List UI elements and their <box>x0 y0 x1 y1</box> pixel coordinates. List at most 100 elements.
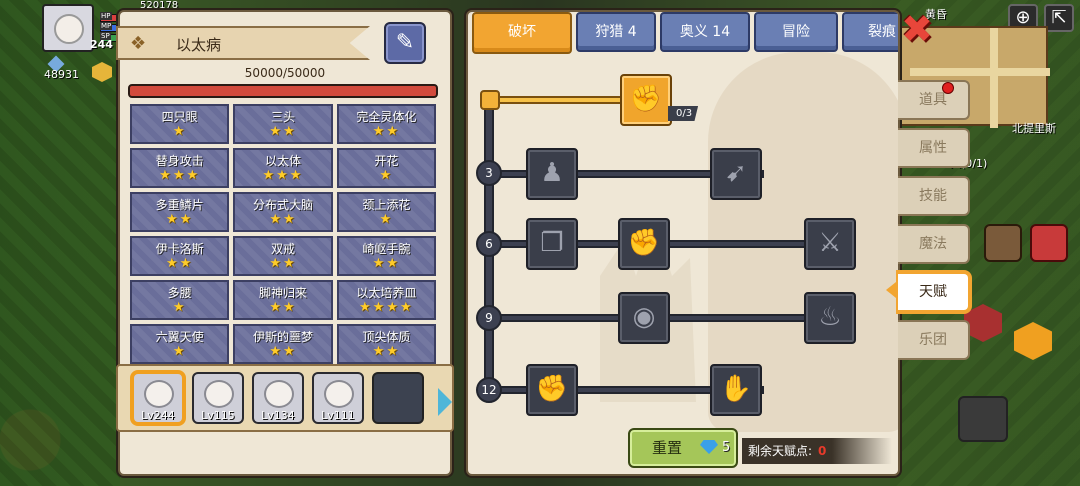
mp-label: MP <box>100 22 113 30</box>
gold-amount: 48931 <box>44 68 79 81</box>
buff-grid: 四只眼 ★ 三头 ★★ 完全灵体化 ★★ 替身攻击 ★★★ 以太体 ★★★ 开花 ★ 多重鳞… <box>130 104 436 364</box>
ether-icon: ❖ <box>130 33 147 54</box>
raise-fist-skill[interactable]: ✊ <box>526 364 578 416</box>
buff-cell[interactable]: 分布式大脑 ★★ <box>233 192 333 232</box>
punch-skill[interactable]: ✊ <box>618 218 670 270</box>
menu-band[interactable]: 乐团 <box>898 320 970 360</box>
buff-cell[interactable]: 双戒 ★★ <box>233 236 333 276</box>
body-skill[interactable]: ♟ <box>526 148 578 200</box>
avatar-face <box>54 14 84 44</box>
close-icon[interactable]: ✖ <box>900 10 934 48</box>
buff-cell[interactable]: 三头 ★★ <box>233 104 333 144</box>
hero-level: Lv111 <box>321 409 355 422</box>
status-panel: ❖ 以太病 ✎ 50000/50000 四只眼 ★ 三头 ★★ 完全灵体化 ★★ 替身… <box>116 10 454 476</box>
reset-cost: 5 <box>722 440 731 455</box>
grip-icon: ✋ <box>719 374 753 404</box>
buff-stars: ★★ <box>372 123 400 139</box>
crossbow-skill[interactable]: ➹ <box>710 148 762 200</box>
hero-level: Lv115 <box>201 409 235 422</box>
crossbow-icon: ➹ <box>725 158 747 188</box>
syringe-button[interactable]: ✎ <box>384 22 426 64</box>
menu-items[interactable]: 道具 <box>898 80 970 120</box>
tree-root-node <box>480 90 500 110</box>
buff-cell[interactable]: 多腰 ★ <box>130 280 230 320</box>
hp-bar <box>128 84 438 98</box>
ripple-skill[interactable]: ◉ <box>618 292 670 344</box>
hero-slot-empty[interactable] <box>372 372 424 424</box>
buff-stars: ★★★★ <box>359 299 414 315</box>
buff-stars: ★★ <box>269 123 297 139</box>
grip-skill[interactable]: ✋ <box>710 364 762 416</box>
cards-skill[interactable]: ❐ <box>526 218 578 270</box>
reset-button[interactable]: 重置 5 <box>628 428 738 468</box>
reset-label: 重置 <box>652 439 683 457</box>
map-location-label: 北提里斯 <box>1012 122 1056 135</box>
ripple-icon: ◉ <box>632 302 656 332</box>
buff-cell[interactable]: 伊斯的噩梦 ★★ <box>233 324 333 364</box>
buff-cell[interactable]: 顶尖体质 ★★ <box>336 324 436 364</box>
buff-cell[interactable]: 脚神归来 ★★ <box>233 280 333 320</box>
talent-tabs: 破坏 狩猎 4 奥义 14 冒险 裂痕 <box>468 12 898 56</box>
buff-name: 多重鳞片 <box>155 197 204 212</box>
buff-cell[interactable]: 以太培养皿 ★★★★ <box>336 280 436 320</box>
buff-name: 分布式大脑 <box>252 197 313 212</box>
buff-stars: ★★ <box>269 255 297 271</box>
buff-stars: ★★★ <box>262 167 304 183</box>
next-arrow-icon[interactable] <box>438 388 452 416</box>
tab-destroy[interactable]: 破坏 <box>472 12 572 54</box>
buff-name: 伊斯的噩梦 <box>252 329 313 344</box>
buff-cell[interactable]: 替身攻击 ★★★ <box>130 148 230 188</box>
points-label: 剩余天赋点: <box>748 444 813 458</box>
tab-rift[interactable]: 裂痕 <box>842 12 898 52</box>
buff-cell[interactable]: 崎岖手腕 ★★ <box>336 236 436 276</box>
tab-mystery[interactable]: 奥义 14 <box>660 12 750 52</box>
tab-adventure[interactable]: 冒险 <box>754 12 838 52</box>
hero-slot[interactable]: Lv134 <box>252 372 304 424</box>
buff-cell[interactable]: 多重鳞片 ★★ <box>130 192 230 232</box>
arm-wrestle-icon: ✊ <box>629 84 663 114</box>
level-node: 3 <box>476 160 502 186</box>
buff-stars: ★ <box>172 123 187 139</box>
player-avatar[interactable] <box>42 4 94 52</box>
level-node: 9 <box>476 305 502 331</box>
hero-slot[interactable]: Lv115 <box>192 372 244 424</box>
arm-wrestle-skill[interactable]: ✊ <box>620 74 672 126</box>
menu-magic[interactable]: 魔法 <box>898 224 970 264</box>
buff-cell[interactable]: 颈上添花 ★ <box>336 192 436 232</box>
hero-level: Lv244 <box>141 409 175 422</box>
buff-name: 崎岖手腕 <box>362 241 411 256</box>
menu-talent[interactable]: 天赋 <box>898 272 970 312</box>
talent-panel: 破坏 狩猎 4 奥义 14 冒险 裂痕 3 6 9 12 ✊ ♟ ➹ ❐ ✊ ⚔… <box>466 10 900 476</box>
menu-skills[interactable]: 技能 <box>898 176 970 216</box>
guitar-icon[interactable] <box>984 224 1022 262</box>
flame-skill[interactable]: ♨ <box>804 292 856 344</box>
buff-cell[interactable]: 开花 ★ <box>336 148 436 188</box>
tab-hunt[interactable]: 狩猎 4 <box>576 12 656 52</box>
buff-stars: ★★ <box>166 255 194 271</box>
shop-icon[interactable] <box>1030 224 1068 262</box>
menu-attributes[interactable]: 属性 <box>898 128 970 168</box>
buff-cell[interactable]: 四只眼 ★ <box>130 104 230 144</box>
buff-name: 替身攻击 <box>155 153 204 168</box>
exit-icon[interactable]: ⇱ <box>1044 4 1074 32</box>
points-value: 0 <box>818 444 827 458</box>
buff-cell[interactable]: 以太体 ★★★ <box>233 148 333 188</box>
blade-skill[interactable]: ⚔ <box>804 218 856 270</box>
skill-count-badge: 0/3 <box>668 106 699 121</box>
level-node: 12 <box>476 377 502 403</box>
buff-cell[interactable]: 六翼天使 ★ <box>130 324 230 364</box>
buff-name: 顶尖体质 <box>362 329 411 344</box>
hero-portrait <box>144 380 174 408</box>
hero-slot[interactable]: Lv111 <box>312 372 364 424</box>
buff-stars: ★★ <box>269 343 297 359</box>
buff-stars: ★★ <box>166 211 194 227</box>
buff-cell[interactable]: 完全灵体化 ★★ <box>336 104 436 144</box>
notification-dot <box>942 82 954 94</box>
buff-cell[interactable]: 伊卡洛斯 ★★ <box>130 236 230 276</box>
buff-stars: ★★ <box>269 211 297 227</box>
active-indicator-icon <box>886 282 896 298</box>
sleep-icon[interactable] <box>958 396 1008 442</box>
buff-stars: ★★ <box>269 299 297 315</box>
hero-slot[interactable]: Lv244 <box>132 372 184 424</box>
buff-name: 以太培养皿 <box>356 285 417 300</box>
